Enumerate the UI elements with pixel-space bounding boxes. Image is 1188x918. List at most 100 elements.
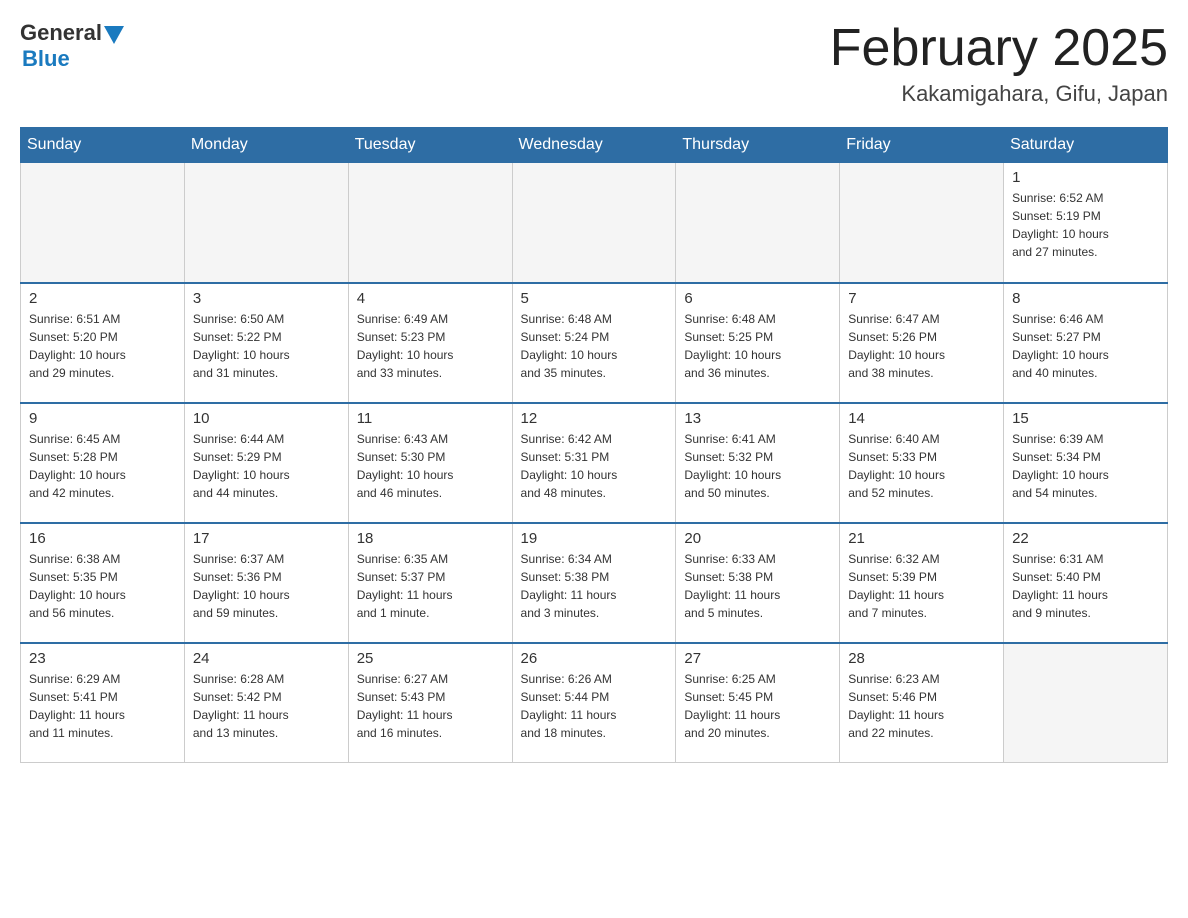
calendar-cell: 4 Sunrise: 6:49 AM Sunset: 5:23 PM Daylig… [348,283,512,403]
calendar-week-row: 1 Sunrise: 6:52 AM Sunset: 5:19 PM Daylig… [21,163,1168,283]
calendar-cell: 26 Sunrise: 6:26 AM Sunset: 5:44 PM Dayli… [512,643,676,763]
calendar-week-row: 16 Sunrise: 6:38 AM Sunset: 5:35 PM Dayli… [21,523,1168,643]
calendar-week-row: 23Sunrise: 6:29 AM Sunset: 5:41 PM Dayli… [21,643,1168,763]
calendar-subtitle: Kakamigahara, Gifu, Japan [830,81,1168,107]
calendar-cell: 22 Sunrise: 6:31 AM Sunset: 5:40 PM Dayli… [1004,523,1168,643]
day-number: 17 [193,530,340,547]
calendar-week-row: 9 Sunrise: 6:45 AM Sunset: 5:28 PM Daylig… [21,403,1168,523]
day-info: Sunrise: 6:42 AM Sunset: 5:31 PM Dayligh… [521,430,668,502]
day-info: Sunrise: 6:43 AM Sunset: 5:30 PM Dayligh… [357,430,504,502]
day-info: Sunrise: 6:28 AM Sunset: 5:42 PM Dayligh… [193,670,340,742]
day-number: 9 [29,410,176,427]
day-info: Sunrise: 6:48 AM Sunset: 5:24 PM Dayligh… [521,310,668,382]
calendar-cell [1004,643,1168,763]
day-number: 2 [29,290,176,307]
calendar-cell [676,163,840,283]
day-info: Sunrise: 6:26 AM Sunset: 5:44 PM Dayligh… [521,670,668,742]
weekday-header-sunday: Sunday [21,128,185,163]
day-info: Sunrise: 6:47 AM Sunset: 5:26 PM Dayligh… [848,310,995,382]
calendar-cell: 20 Sunrise: 6:33 AM Sunset: 5:38 PM Dayli… [676,523,840,643]
calendar-cell: 1 Sunrise: 6:52 AM Sunset: 5:19 PM Daylig… [1004,163,1168,283]
day-number: 13 [684,410,831,427]
day-info: Sunrise: 6:31 AM Sunset: 5:40 PM Dayligh… [1012,550,1159,622]
day-number: 24 [193,650,340,667]
day-info: Sunrise: 6:34 AM Sunset: 5:38 PM Dayligh… [521,550,668,622]
logo-blue: Blue [22,46,124,72]
day-info: Sunrise: 6:39 AM Sunset: 5:34 PM Dayligh… [1012,430,1159,502]
day-info: Sunrise: 6:49 AM Sunset: 5:23 PM Dayligh… [357,310,504,382]
day-info: Sunrise: 6:29 AM Sunset: 5:41 PM Dayligh… [29,670,176,742]
weekday-header-tuesday: Tuesday [348,128,512,163]
day-number: 22 [1012,530,1159,547]
logo-general: General [20,20,102,46]
day-info: Sunrise: 6:33 AM Sunset: 5:38 PM Dayligh… [684,550,831,622]
day-number: 5 [521,290,668,307]
calendar-table: SundayMondayTuesdayWednesdayThursdayFrid… [20,127,1168,763]
day-info: Sunrise: 6:41 AM Sunset: 5:32 PM Dayligh… [684,430,831,502]
day-number: 7 [848,290,995,307]
calendar-cell: 12 Sunrise: 6:42 AM Sunset: 5:31 PM Dayli… [512,403,676,523]
day-number: 14 [848,410,995,427]
day-info: Sunrise: 6:23 AM Sunset: 5:46 PM Dayligh… [848,670,995,742]
day-number: 16 [29,530,176,547]
day-info: Sunrise: 6:48 AM Sunset: 5:25 PM Dayligh… [684,310,831,382]
day-number: 15 [1012,410,1159,427]
day-number: 19 [521,530,668,547]
calendar-cell: 8 Sunrise: 6:46 AM Sunset: 5:27 PM Daylig… [1004,283,1168,403]
day-number: 11 [357,410,504,427]
weekday-header-saturday: Saturday [1004,128,1168,163]
day-info: Sunrise: 6:35 AM Sunset: 5:37 PM Dayligh… [357,550,504,622]
title-block: February 2025 Kakamigahara, Gifu, Japan [830,20,1168,107]
calendar-cell: 3 Sunrise: 6:50 AM Sunset: 5:22 PM Daylig… [184,283,348,403]
day-info: Sunrise: 6:46 AM Sunset: 5:27 PM Dayligh… [1012,310,1159,382]
calendar-cell: 5 Sunrise: 6:48 AM Sunset: 5:24 PM Daylig… [512,283,676,403]
day-info: Sunrise: 6:27 AM Sunset: 5:43 PM Dayligh… [357,670,504,742]
logo-triangle-icon [104,26,124,44]
calendar-cell: 13 Sunrise: 6:41 AM Sunset: 5:32 PM Dayli… [676,403,840,523]
page-header: General Blue February 2025 Kakamigahara,… [20,20,1168,107]
day-number: 8 [1012,290,1159,307]
day-number: 18 [357,530,504,547]
calendar-cell: 19 Sunrise: 6:34 AM Sunset: 5:38 PM Dayli… [512,523,676,643]
day-number: 10 [193,410,340,427]
calendar-cell: 24 Sunrise: 6:28 AM Sunset: 5:42 PM Dayli… [184,643,348,763]
calendar-cell: 16 Sunrise: 6:38 AM Sunset: 5:35 PM Dayli… [21,523,185,643]
weekday-header-wednesday: Wednesday [512,128,676,163]
weekday-header-row: SundayMondayTuesdayWednesdayThursdayFrid… [21,128,1168,163]
weekday-header-thursday: Thursday [676,128,840,163]
day-number: 1 [1012,169,1159,186]
day-number: 21 [848,530,995,547]
weekday-header-friday: Friday [840,128,1004,163]
day-number: 20 [684,530,831,547]
day-number: 4 [357,290,504,307]
calendar-cell [184,163,348,283]
day-number: 3 [193,290,340,307]
calendar-cell: 28 Sunrise: 6:23 AM Sunset: 5:46 PM Dayli… [840,643,1004,763]
day-number: 28 [848,650,995,667]
calendar-cell [512,163,676,283]
calendar-cell: 17 Sunrise: 6:37 AM Sunset: 5:36 PM Dayli… [184,523,348,643]
day-number: 6 [684,290,831,307]
day-info: Sunrise: 6:45 AM Sunset: 5:28 PM Dayligh… [29,430,176,502]
day-info: Sunrise: 6:25 AM Sunset: 5:45 PM Dayligh… [684,670,831,742]
calendar-cell: 10 Sunrise: 6:44 AM Sunset: 5:29 PM Dayli… [184,403,348,523]
day-info: Sunrise: 6:37 AM Sunset: 5:36 PM Dayligh… [193,550,340,622]
day-number: 12 [521,410,668,427]
day-number: 26 [521,650,668,667]
calendar-cell: 21Sunrise: 6:32 AM Sunset: 5:39 PM Dayli… [840,523,1004,643]
day-info: Sunrise: 6:44 AM Sunset: 5:29 PM Dayligh… [193,430,340,502]
day-info: Sunrise: 6:38 AM Sunset: 5:35 PM Dayligh… [29,550,176,622]
calendar-cell: 11 Sunrise: 6:43 AM Sunset: 5:30 PM Dayli… [348,403,512,523]
calendar-cell: 18 Sunrise: 6:35 AM Sunset: 5:37 PM Dayli… [348,523,512,643]
day-info: Sunrise: 6:40 AM Sunset: 5:33 PM Dayligh… [848,430,995,502]
weekday-header-monday: Monday [184,128,348,163]
calendar-cell: 2Sunrise: 6:51 AM Sunset: 5:20 PM Daylig… [21,283,185,403]
calendar-cell: 14 Sunrise: 6:40 AM Sunset: 5:33 PM Dayli… [840,403,1004,523]
calendar-cell: 7 Sunrise: 6:47 AM Sunset: 5:26 PM Daylig… [840,283,1004,403]
calendar-cell: 23Sunrise: 6:29 AM Sunset: 5:41 PM Dayli… [21,643,185,763]
calendar-cell [21,163,185,283]
day-info: Sunrise: 6:50 AM Sunset: 5:22 PM Dayligh… [193,310,340,382]
day-info: Sunrise: 6:52 AM Sunset: 5:19 PM Dayligh… [1012,189,1159,261]
calendar-cell: 9 Sunrise: 6:45 AM Sunset: 5:28 PM Daylig… [21,403,185,523]
calendar-cell [348,163,512,283]
